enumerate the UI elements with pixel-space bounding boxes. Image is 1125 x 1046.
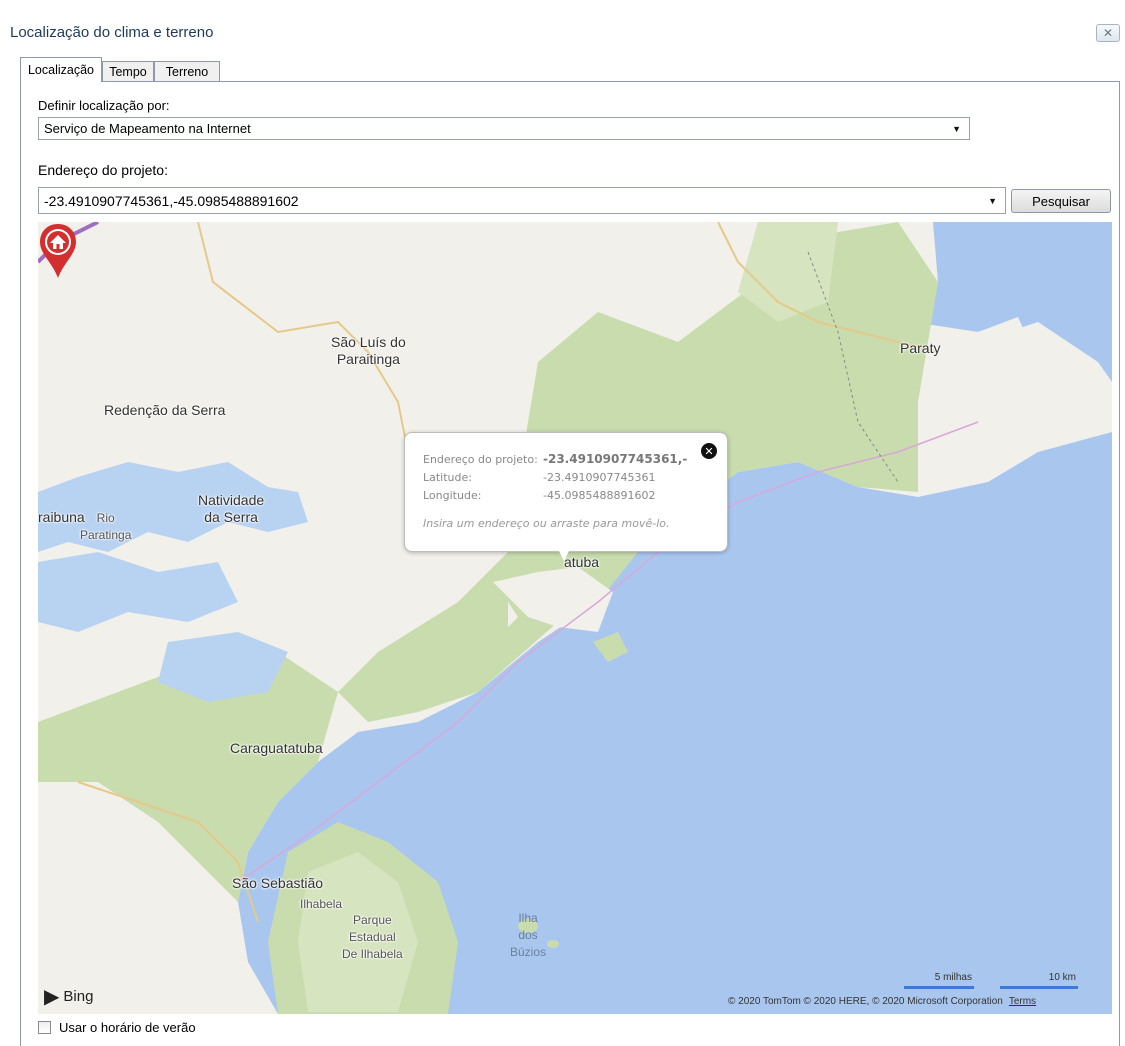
popup-longitude-label: Longitude: xyxy=(423,489,482,502)
copyright-text: © 2020 TomTom © 2020 HERE, © 2020 Micros… xyxy=(728,996,1003,1007)
close-icon: ✕ xyxy=(1102,26,1114,40)
place-label: Parque Estadual De Ilhabela xyxy=(342,913,403,961)
popup-longitude-value: -45.0985488891602 xyxy=(543,489,656,502)
chevron-down-icon: ▼ xyxy=(952,123,961,134)
scale-miles-label: 5 milhas xyxy=(934,972,972,983)
location-method-select[interactable]: Serviço de Mapeamento na Internet ▼ xyxy=(38,117,970,140)
title-bar: Localização do clima e terreno ✕ xyxy=(0,0,1125,46)
bing-label: Bing xyxy=(63,988,94,1005)
scale-miles-bar xyxy=(904,986,974,989)
tab-localizacao[interactable]: Localização xyxy=(20,57,102,82)
place-redencao: Redenção da Serra xyxy=(104,402,226,418)
place-parque-ilhabela: Parque Estadual De Ilhabela xyxy=(342,912,403,963)
map-copyright: © 2020 TomTom © 2020 HERE, © 2020 Micros… xyxy=(728,996,1036,1007)
place-rio-paratinga: Rio Paratinga xyxy=(80,510,131,544)
place-label: Ilha dos Búzios xyxy=(510,911,547,959)
popup-address-label: Endereço do projeto: xyxy=(423,453,538,466)
bing-icon: ▶ xyxy=(44,986,60,1008)
tab-terreno[interactable]: Terreno xyxy=(154,61,220,81)
address-input[interactable]: -23.4910907745361,-45.0985488891602 ▼ xyxy=(38,187,1006,214)
popup-close-icon[interactable]: ✕ xyxy=(701,443,717,459)
tab-tempo[interactable]: Tempo xyxy=(102,61,154,81)
scale-km-label: 10 km xyxy=(1048,972,1076,983)
place-natividade: Natividade da Serra xyxy=(198,492,264,526)
close-button[interactable]: ✕ xyxy=(1096,24,1120,42)
location-popup: Endereço do projeto: -23.4910907745361,-… xyxy=(404,432,728,561)
location-method-label: Definir localização por: xyxy=(38,98,170,113)
place-paraty: Paraty xyxy=(900,340,941,356)
place-paraibuna: raibuna xyxy=(38,509,85,525)
map-view[interactable]: São Luís do Paraitinga Paraty Redenção d… xyxy=(38,222,1112,1014)
map-tiles xyxy=(38,222,1112,1014)
place-ilha-buzios: Ilha dos Búzios xyxy=(510,910,546,961)
place-label: Rio Paratinga xyxy=(80,511,132,542)
search-button[interactable]: Pesquisar xyxy=(1011,189,1111,213)
dst-label: Usar o horário de verão xyxy=(59,1020,196,1035)
popup-tail xyxy=(558,549,570,561)
popup-latitude-label: Latitude: xyxy=(423,471,472,484)
place-label: São Luís do Paraitinga xyxy=(331,334,406,367)
place-sao-luis: São Luís do Paraitinga xyxy=(331,334,406,368)
place-caraguatatuba: Caraguatatuba xyxy=(230,740,323,756)
popup-latitude-value: -23.4910907745361 xyxy=(543,471,656,484)
place-label: Natividade da Serra xyxy=(198,492,265,525)
dst-option[interactable]: Usar o horário de verão xyxy=(38,1020,196,1035)
location-method-value: Serviço de Mapeamento na Internet xyxy=(44,121,251,136)
place-ilhabela: Ilhabela xyxy=(300,897,343,911)
house-pin-icon[interactable] xyxy=(38,222,78,280)
window-title: Localização do clima e terreno xyxy=(10,24,214,41)
popup-address-value: -23.4910907745361,- xyxy=(543,452,688,466)
chevron-down-icon: ▼ xyxy=(988,195,997,206)
dst-checkbox[interactable] xyxy=(38,1021,51,1034)
address-value: -23.4910907745361,-45.0985488891602 xyxy=(44,192,299,209)
address-label: Endereço do projeto: xyxy=(38,162,168,178)
scale-km-bar xyxy=(1000,986,1078,989)
bing-logo[interactable]: ▶ Bing xyxy=(44,984,93,1009)
terms-link[interactable]: Terms xyxy=(1009,996,1036,1007)
place-sao-sebastiao: São Sebastião xyxy=(232,875,324,891)
popup-hint: Insira um endereço ou arraste para movê-… xyxy=(423,517,670,530)
